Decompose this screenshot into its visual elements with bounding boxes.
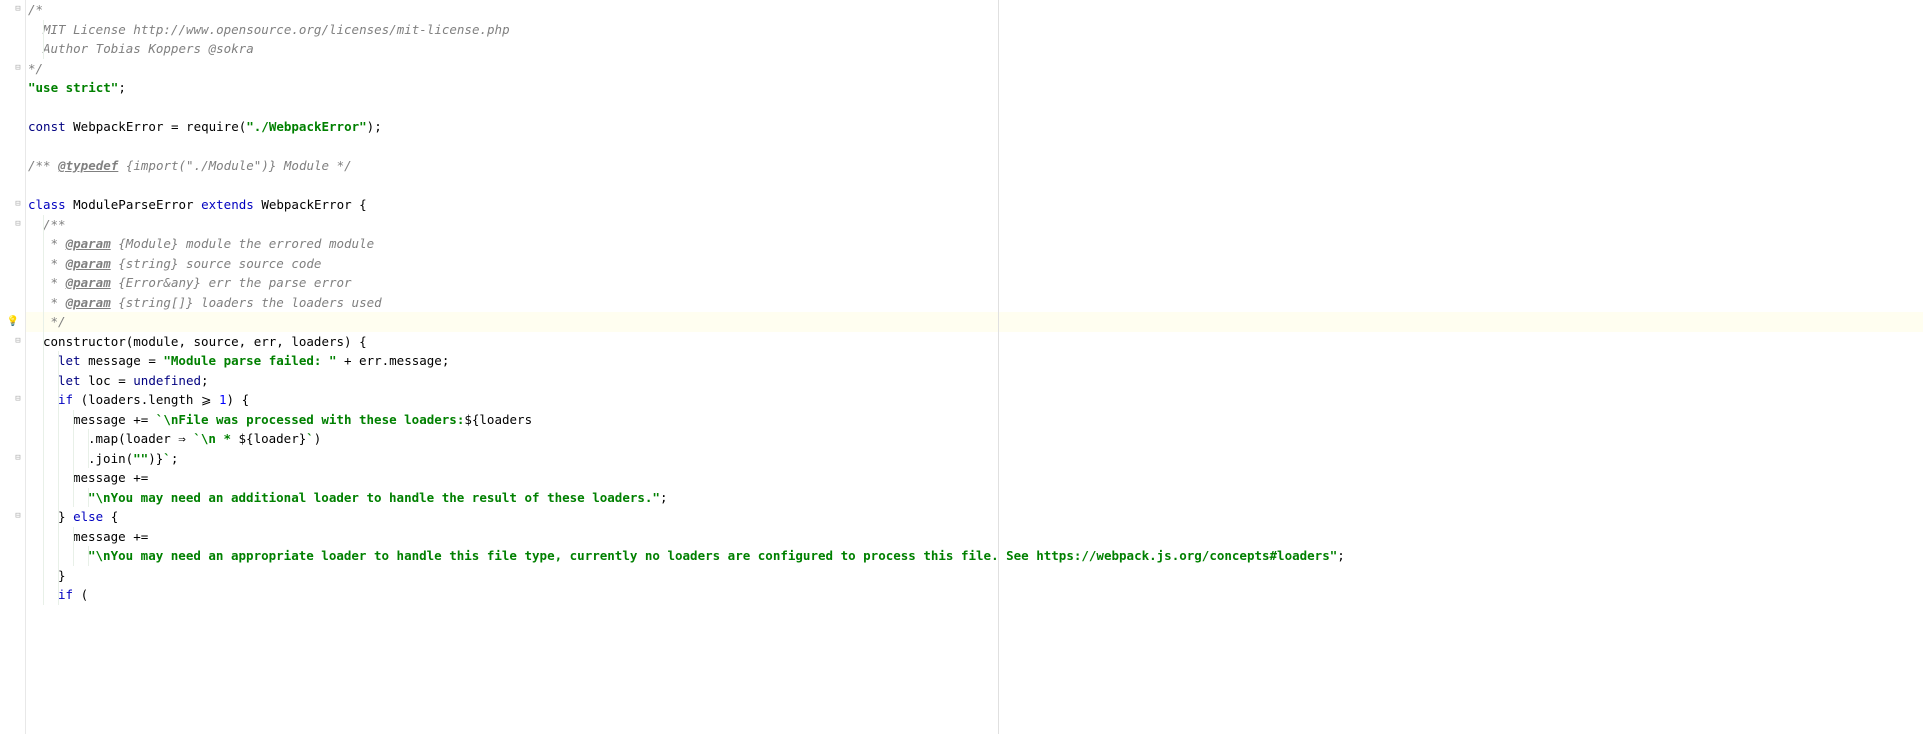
fold-toggle[interactable]: ⊟ xyxy=(13,337,23,347)
code-line[interactable]: * @param {Error&any} err the parse error xyxy=(26,273,1923,293)
code-line[interactable]: MIT License http://www.opensource.org/li… xyxy=(26,20,1923,40)
gutter: ⊟ ⊟ ⊟ ⊟ 💡 ⊟ ⊟ ⊟ ⊟ xyxy=(0,0,26,734)
code-line[interactable]: "\nYou may need an appropriate loader to… xyxy=(26,546,1923,566)
code-line[interactable]: let loc = undefined; xyxy=(26,371,1923,391)
code-line[interactable]: message += `\nFile was processed with th… xyxy=(26,410,1923,430)
fold-toggle[interactable]: ⊟ xyxy=(13,220,23,230)
fold-toggle[interactable]: ⊟ xyxy=(13,512,23,522)
code-line[interactable]: */ xyxy=(26,312,1923,332)
code-line[interactable]: if ( xyxy=(26,585,1923,605)
code-line[interactable]: Author Tobias Koppers @sokra xyxy=(26,39,1923,59)
code-line[interactable]: "\nYou may need an additional loader to … xyxy=(26,488,1923,508)
code-line[interactable]: .join("")}`; xyxy=(26,449,1923,469)
code-line[interactable]: class ModuleParseError extends WebpackEr… xyxy=(26,195,1923,215)
code-line[interactable]: } xyxy=(26,566,1923,586)
code-line[interactable]: let message = "Module parse failed: " + … xyxy=(26,351,1923,371)
fold-toggle[interactable]: ⊟ xyxy=(13,395,23,405)
fold-toggle[interactable]: ⊟ xyxy=(13,64,23,74)
code-line[interactable]: * @param {string} source source code xyxy=(26,254,1923,274)
code-line[interactable]: if (loaders.length ⩾ 1) { xyxy=(26,390,1923,410)
intention-bulb-icon[interactable]: 💡 xyxy=(4,312,22,332)
code-line[interactable]: const WebpackError = require("./WebpackE… xyxy=(26,117,1923,137)
code-line[interactable]: } else { xyxy=(26,507,1923,527)
code-line[interactable]: message += xyxy=(26,527,1923,547)
code-area[interactable]: /*MIT License http://www.opensource.org/… xyxy=(26,0,1923,734)
code-line[interactable] xyxy=(26,176,1923,196)
code-line[interactable]: * @param {string[]} loaders the loaders … xyxy=(26,293,1923,313)
fold-toggle[interactable]: ⊟ xyxy=(13,200,23,210)
code-line[interactable]: constructor(module, source, err, loaders… xyxy=(26,332,1923,352)
code-line[interactable]: /** xyxy=(26,215,1923,235)
code-line[interactable]: /* xyxy=(26,0,1923,20)
code-line[interactable]: "use strict"; xyxy=(26,78,1923,98)
code-line[interactable] xyxy=(26,137,1923,157)
code-line[interactable] xyxy=(26,98,1923,118)
code-line[interactable]: */ xyxy=(26,59,1923,79)
code-line[interactable]: * @param {Module} module the errored mod… xyxy=(26,234,1923,254)
code-line[interactable]: /** @typedef {import("./Module")} Module… xyxy=(26,156,1923,176)
code-editor: ⊟ ⊟ ⊟ ⊟ 💡 ⊟ ⊟ ⊟ ⊟ /*MIT License http://www.opens… xyxy=(0,0,1923,734)
fold-toggle[interactable]: ⊟ xyxy=(13,5,23,15)
fold-toggle[interactable]: ⊟ xyxy=(13,454,23,464)
code-line[interactable]: .map(loader ⇒ `\n * ${loader}`) xyxy=(26,429,1923,449)
code-line[interactable]: message += xyxy=(26,468,1923,488)
